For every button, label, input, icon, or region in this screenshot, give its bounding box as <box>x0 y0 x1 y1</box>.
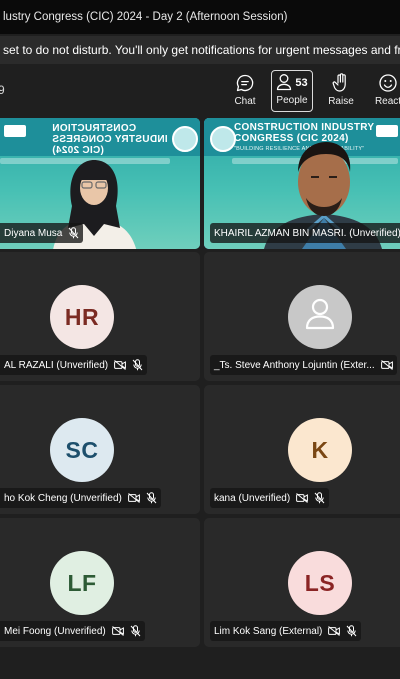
participant-name: kana (Unverified) <box>214 492 291 504</box>
participant-name: _Ts. Steve Anthony Lojuntin (Exter... <box>214 359 375 371</box>
person-icon <box>304 297 336 337</box>
participant-tile[interactable]: LF Mei Foong (Unverified) <box>0 518 200 647</box>
meeting-title: lustry Congress (CIC) 2024 - Day 2 (Afte… <box>3 11 288 23</box>
participant-name: AL RAZALI (Unverified) <box>4 359 109 371</box>
mic-muted-icon <box>314 492 325 504</box>
avatar: HR <box>50 285 114 349</box>
participant-name-tag: AL RAZALI (Unverified) <box>0 355 148 375</box>
banner-text: set to do not disturb. You'll only get n… <box>3 43 400 57</box>
avatar: K <box>288 418 352 482</box>
congress-badge <box>172 126 198 152</box>
participant-tile[interactable]: _Ts. Steve Anthony Lojuntin (Exter... <box>204 252 400 381</box>
mic-muted-icon <box>146 492 157 504</box>
video-off-icon <box>328 626 341 636</box>
participant-name-tag: KHAIRIL AZMAN BIN MASRI. (Unverified) <box>210 223 400 243</box>
participant-name: ho Kok Cheng (Unverified) <box>4 492 122 504</box>
participant-name-tag: Mei Foong (Unverified) <box>0 621 145 641</box>
default-person-avatar <box>288 285 352 349</box>
video-off-icon <box>114 360 127 370</box>
raise-hand-button[interactable]: Raise <box>324 72 358 112</box>
participant-tile[interactable]: HR AL RAZALI (Unverified) <box>0 252 200 381</box>
mic-muted-icon <box>130 625 141 637</box>
video-off-icon <box>380 360 393 370</box>
video-off-icon <box>111 626 124 636</box>
participant-tile[interactable]: LS Lim Kok Sang (External) <box>204 518 400 647</box>
participant-name: Mei Foong (Unverified) <box>4 625 106 637</box>
meeting-title-bar: lustry Congress (CIC) 2024 - Day 2 (Afte… <box>0 0 400 34</box>
participant-video-tile[interactable]: CONSTRUCTION INDUSTRY CONGRESS (CIC 2024… <box>0 118 200 249</box>
participant-name-tag: kana (Unverified) <box>210 488 330 508</box>
participant-name-tag: _Ts. Steve Anthony Lojuntin (Exter... <box>210 355 397 375</box>
raise-hand-icon <box>332 72 350 94</box>
teams-meeting-window: lustry Congress (CIC) 2024 - Day 2 (Afte… <box>0 0 400 679</box>
react-label: React <box>374 96 400 107</box>
react-button[interactable]: React <box>370 72 400 112</box>
video-off-icon <box>296 493 309 503</box>
congress-badge <box>210 126 236 152</box>
avatar: LS <box>288 551 352 615</box>
participant-tile[interactable]: K kana (Unverified) <box>204 385 400 514</box>
participant-name-tag: Lim Kok Sang (External) <box>210 621 362 641</box>
smiley-icon <box>378 72 398 94</box>
meeting-toolbar: 9 Chat 53 People Raise React <box>0 66 400 116</box>
video-off-icon <box>127 493 140 503</box>
participant-name: Lim Kok Sang (External) <box>214 625 323 637</box>
chat-icon <box>235 72 255 94</box>
slide-title-mirrored: CONSTRUCTION INDUSTRY CONGRESS (CIC 2024… <box>52 123 168 156</box>
participant-name: Diyana Musa <box>4 227 63 239</box>
chat-button[interactable]: Chat <box>229 72 261 112</box>
participant-tile[interactable]: SC ho Kok Cheng (Unverified) <box>0 385 200 514</box>
mic-muted-icon <box>346 625 357 637</box>
people-icon <box>276 73 292 94</box>
chat-label: Chat <box>234 96 256 107</box>
raise-label: Raise <box>328 96 354 107</box>
mic-muted-icon <box>68 227 79 239</box>
mic-muted-icon <box>132 359 143 371</box>
active-speaker-video-tile[interactable]: CONSTRUCTION INDUSTRY CONGRESS (CIC 2024… <box>204 118 400 249</box>
meeting-timer: 9 <box>0 83 5 97</box>
slide-title-line-1: CONSTRUCTION INDUSTRY <box>234 122 375 133</box>
people-count-badge: 53 <box>295 77 308 89</box>
slide-logo <box>376 125 398 137</box>
avatar: LF <box>50 551 114 615</box>
participant-name-tag: Diyana Musa <box>0 223 84 243</box>
participant-name-tag: ho Kok Cheng (Unverified) <box>0 488 161 508</box>
do-not-disturb-banner: set to do not disturb. You'll only get n… <box>0 36 400 64</box>
people-label: People <box>276 95 308 106</box>
participant-name: KHAIRIL AZMAN BIN MASRI. (Unverified) <box>214 227 400 239</box>
slide-logo <box>4 125 26 137</box>
people-button[interactable]: 53 People <box>271 70 313 112</box>
avatar: SC <box>50 418 114 482</box>
